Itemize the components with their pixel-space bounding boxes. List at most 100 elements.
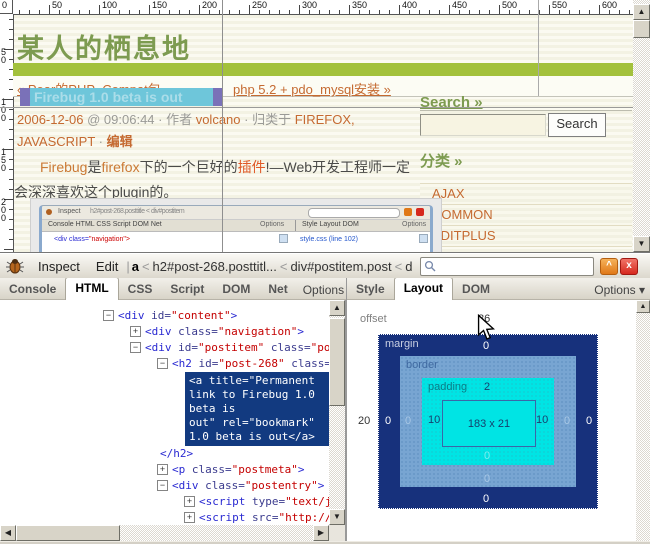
tree-row[interactable]: −<div class="postentry"> (0, 478, 329, 494)
mini-minimize-button (404, 208, 412, 216)
code-token: <div (118, 309, 151, 322)
breadcrumb-item[interactable]: a (132, 259, 139, 274)
firebug-toolbar: Inspect Edit | a<h2#post-268.posttitl...… (0, 254, 650, 279)
padding-bottom-value: 0 (484, 450, 490, 462)
code-token: "postitem" (198, 341, 264, 354)
code-token: class= (271, 341, 311, 354)
sidebar-search-button[interactable]: Search (548, 113, 606, 137)
options-menu[interactable]: Options (297, 280, 344, 300)
scroll-up-button[interactable]: ▲ (633, 4, 650, 20)
tree-row[interactable]: −<div id="content"> (0, 308, 329, 324)
padding-label: padding (428, 381, 467, 393)
margin-top-value: 0 (483, 340, 489, 352)
expand-icon[interactable]: + (184, 496, 195, 507)
layout-panel-scrollbar[interactable]: ▲ (636, 300, 650, 541)
html-panel-hscrollbar[interactable]: ◀ ▶ (0, 525, 329, 541)
sidebar-search-input[interactable] (420, 114, 546, 136)
padding-box: padding 2 10 10 0 183 x 21 (422, 378, 554, 465)
selected-node[interactable]: <a title="Permanent link to Firebug 1.0 … (185, 372, 329, 446)
tree-row[interactable]: +<div class="navigation"> (0, 324, 329, 340)
tab-script[interactable]: Script (161, 279, 213, 300)
tab-style[interactable]: Style (347, 279, 394, 300)
breadcrumb-item[interactable]: h2#post-268.posttitl... (153, 259, 277, 274)
mini-search-box (308, 208, 400, 218)
scroll-up-button[interactable]: ▲ (329, 300, 345, 316)
code-token: "pos (311, 341, 329, 354)
post-author-link[interactable]: volcano (196, 112, 241, 127)
breadcrumb-separator: < (280, 259, 288, 274)
mini-tabs-right: Style Layout DOM (302, 221, 359, 228)
edit-button[interactable]: Edit (96, 259, 118, 274)
scrollbar-thumb[interactable] (16, 525, 120, 541)
code-token: "postmeta" (232, 463, 298, 476)
border-box: border 0 0 0 padding 2 10 10 0 183 x 21 (400, 356, 576, 487)
post-title[interactable]: Firebug 1.0 beta is out (30, 88, 213, 106)
firebug-search-box[interactable] (420, 257, 594, 276)
collapse-icon[interactable]: − (157, 358, 168, 369)
tree-row[interactable]: +<script type="text/j (0, 494, 329, 510)
post-meta: 2006-12-06 @ 09:06:44 · 作者 volcano · 归类于… (17, 109, 362, 153)
code-token: "http:// (278, 511, 329, 524)
tree-row[interactable]: −<h2 id="post-268" class= (0, 356, 329, 372)
post-image-firebug-screenshot[interactable]: Inspect h2#post-268.posttitle < div#post… (30, 198, 442, 252)
code-token: "postentry" (245, 479, 318, 492)
code-token: > (318, 479, 325, 492)
next-post-link[interactable]: php 5.2 + pdo_mysql安装 » (233, 79, 391, 98)
right-panel-tabs: StyleLayoutDOM Options ▾ (346, 278, 650, 300)
html-panel-vscrollbar[interactable]: ▲ ▼ (329, 300, 345, 525)
code-token: type= (252, 495, 285, 508)
scroll-down-button[interactable]: ▼ (329, 509, 345, 525)
scroll-right-button[interactable]: ▶ (313, 525, 329, 541)
tab-dom[interactable]: DOM (213, 279, 259, 300)
inspect-button[interactable]: Inspect (38, 259, 80, 274)
ruler-corner: 0 (0, 0, 13, 14)
category-item-editplus[interactable]: EDITPLUS (420, 226, 632, 247)
tab-dom[interactable]: DOM (453, 279, 499, 300)
scroll-down-button[interactable]: ▼ (633, 236, 650, 252)
category-item-common[interactable]: COMMON (420, 205, 632, 226)
close-button[interactable]: x (620, 258, 638, 275)
content-box: 183 x 21 (442, 400, 536, 447)
html-tree: −<div id="content">+<div class="navigati… (0, 300, 329, 525)
mini-divider (295, 220, 296, 231)
scrollbar-thumb[interactable] (633, 20, 650, 38)
plugin-link[interactable]: 插件 (238, 159, 266, 175)
tab-console[interactable]: Console (0, 279, 65, 300)
category-link-javascript[interactable]: JAVASCRIPT (17, 134, 95, 149)
ruler-label: 500 (502, 0, 517, 10)
category-item-ajax[interactable]: AJAX (420, 184, 632, 205)
mini-tabs-left: Console HTML CSS Script DOM Net (48, 221, 162, 228)
tree-row[interactable]: +<p class="postmeta"> (0, 462, 329, 478)
category-link-firefox[interactable]: FIREFOX, (295, 112, 355, 127)
collapse-icon[interactable]: − (157, 480, 168, 491)
code-token: "post-268" (218, 357, 284, 370)
scroll-left-button[interactable]: ◀ (0, 525, 16, 541)
scroll-up-button[interactable]: ▲ (636, 300, 650, 313)
expand-icon[interactable]: + (130, 326, 141, 337)
collapse-icon[interactable]: − (103, 310, 114, 321)
mini-scroll-right (419, 234, 428, 243)
minimize-button[interactable]: ^ (600, 258, 618, 275)
firebug-icon[interactable] (6, 258, 24, 274)
expand-icon[interactable]: + (184, 512, 195, 523)
ruler-label: 150 (1, 148, 9, 172)
firefox-link[interactable]: firefox (101, 159, 139, 175)
scrollbar-thumb[interactable] (329, 318, 345, 406)
tab-net[interactable]: Net (259, 279, 296, 300)
tree-row[interactable]: </h2> (0, 446, 329, 462)
tab-layout[interactable]: Layout (394, 278, 453, 300)
ruler-label: 150 (152, 0, 167, 10)
code-token: class= (192, 463, 232, 476)
breadcrumb-item[interactable]: d (405, 259, 412, 274)
collapse-icon[interactable]: − (130, 342, 141, 353)
tab-css[interactable]: CSS (119, 279, 162, 300)
browser-scrollbar[interactable]: ▲ ▼ (633, 0, 650, 252)
tree-row[interactable]: −<div id="postitem" class="pos (0, 340, 329, 356)
tree-row[interactable]: +<script src="http:// (0, 510, 329, 525)
options-menu[interactable]: Options ▾ (588, 280, 650, 300)
breadcrumb-item[interactable]: div#postitem.post (290, 259, 391, 274)
mini-content: <div class="navigation"> style.css (line… (42, 232, 430, 252)
expand-icon[interactable]: + (157, 464, 168, 475)
tab-html[interactable]: HTML (65, 278, 118, 300)
edit-link[interactable]: 编辑 (107, 134, 133, 149)
